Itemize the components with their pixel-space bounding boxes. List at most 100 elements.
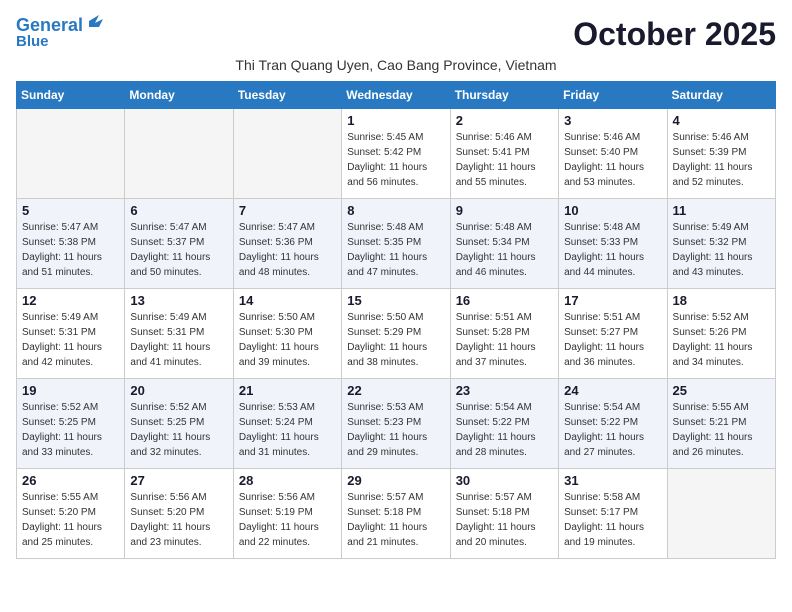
day-info: Sunrise: 5:52 AMSunset: 5:25 PMDaylight:…: [22, 400, 119, 460]
calendar-cell: 15Sunrise: 5:50 AMSunset: 5:29 PMDayligh…: [342, 289, 450, 379]
day-info: Sunrise: 5:48 AMSunset: 5:35 PMDaylight:…: [347, 220, 444, 280]
calendar-cell: [17, 109, 125, 199]
day-info: Sunrise: 5:49 AMSunset: 5:32 PMDaylight:…: [673, 220, 770, 280]
day-info: Sunrise: 5:57 AMSunset: 5:18 PMDaylight:…: [347, 490, 444, 550]
day-number: 14: [239, 293, 336, 308]
calendar-cell: 27 Sunrise: 5:56 AMSunset: 5:20 PMDayligh…: [125, 469, 233, 559]
day-number: 4: [673, 113, 770, 128]
page-header: General Blue October 2025: [16, 16, 776, 53]
day-info: Sunrise: 5:50 AMSunset: 5:29 PMDaylight:…: [347, 310, 444, 370]
day-number: 9: [456, 203, 553, 218]
calendar-week-2: 5 Sunrise: 5:47 AMSunset: 5:38 PMDaylight…: [17, 199, 776, 289]
day-info: Sunrise: 5:57 AMSunset: 5:18 PMDaylight:…: [456, 490, 553, 550]
calendar-cell: 24Sunrise: 5:54 AMSunset: 5:22 PMDayligh…: [559, 379, 667, 469]
calendar-cell: 6 Sunrise: 5:47 AMSunset: 5:37 PMDaylight…: [125, 199, 233, 289]
calendar-cell: 7 Sunrise: 5:47 AMSunset: 5:36 PMDaylight…: [233, 199, 341, 289]
weekday-header-monday: Monday: [125, 82, 233, 109]
calendar-cell: 31 Sunrise: 5:58 AMSunset: 5:17 PMDayligh…: [559, 469, 667, 559]
day-info: Sunrise: 5:53 AMSunset: 5:23 PMDaylight:…: [347, 400, 444, 460]
calendar-cell: 1 Sunrise: 5:45 AMSunset: 5:42 PMDaylight…: [342, 109, 450, 199]
calendar-cell: 9Sunrise: 5:48 AMSunset: 5:34 PMDaylight…: [450, 199, 558, 289]
calendar-cell: 17 Sunrise: 5:51 AMSunset: 5:27 PMDayligh…: [559, 289, 667, 379]
day-number: 5: [22, 203, 119, 218]
calendar-week-4: 19 Sunrise: 5:52 AMSunset: 5:25 PMDayligh…: [17, 379, 776, 469]
calendar-cell: 20Sunrise: 5:52 AMSunset: 5:25 PMDayligh…: [125, 379, 233, 469]
calendar-cell: 11 Sunrise: 5:49 AMSunset: 5:32 PMDayligh…: [667, 199, 775, 289]
calendar-cell: 2 Sunrise: 5:46 AMSunset: 5:41 PMDaylight…: [450, 109, 558, 199]
day-number: 24: [564, 383, 661, 398]
day-number: 26: [22, 473, 119, 488]
weekday-header-friday: Friday: [559, 82, 667, 109]
day-number: 17: [564, 293, 661, 308]
calendar-cell: [233, 109, 341, 199]
calendar-cell: 5 Sunrise: 5:47 AMSunset: 5:38 PMDaylight…: [17, 199, 125, 289]
calendar-cell: 25 Sunrise: 5:55 AMSunset: 5:21 PMDayligh…: [667, 379, 775, 469]
day-info: Sunrise: 5:48 AMSunset: 5:33 PMDaylight:…: [564, 220, 661, 280]
day-number: 7: [239, 203, 336, 218]
calendar-cell: 22Sunrise: 5:53 AMSunset: 5:23 PMDayligh…: [342, 379, 450, 469]
logo: General Blue: [16, 16, 103, 49]
logo-icon: [85, 13, 103, 31]
calendar-cell: 18Sunrise: 5:52 AMSunset: 5:26 PMDayligh…: [667, 289, 775, 379]
day-info: Sunrise: 5:54 AMSunset: 5:22 PMDaylight:…: [456, 400, 553, 460]
day-info: Sunrise: 5:51 AMSunset: 5:27 PMDaylight:…: [564, 310, 661, 370]
day-number: 1: [347, 113, 444, 128]
day-number: 12: [22, 293, 119, 308]
weekday-header-saturday: Saturday: [667, 82, 775, 109]
calendar-week-3: 12 Sunrise: 5:49 AMSunset: 5:31 PMDayligh…: [17, 289, 776, 379]
day-number: 11: [673, 203, 770, 218]
weekday-header-wednesday: Wednesday: [342, 82, 450, 109]
day-info: Sunrise: 5:51 AMSunset: 5:28 PMDaylight:…: [456, 310, 553, 370]
day-number: 29: [347, 473, 444, 488]
day-number: 2: [456, 113, 553, 128]
logo-line1: General: [16, 15, 83, 35]
calendar-cell: [667, 469, 775, 559]
day-info: Sunrise: 5:53 AMSunset: 5:24 PMDaylight:…: [239, 400, 336, 460]
day-info: Sunrise: 5:45 AMSunset: 5:42 PMDaylight:…: [347, 130, 444, 190]
day-info: Sunrise: 5:47 AMSunset: 5:36 PMDaylight:…: [239, 220, 336, 280]
day-info: Sunrise: 5:50 AMSunset: 5:30 PMDaylight:…: [239, 310, 336, 370]
weekday-header-thursday: Thursday: [450, 82, 558, 109]
day-info: Sunrise: 5:47 AMSunset: 5:38 PMDaylight:…: [22, 220, 119, 280]
calendar-cell: 26 Sunrise: 5:55 AMSunset: 5:20 PMDayligh…: [17, 469, 125, 559]
calendar-cell: 10 Sunrise: 5:48 AMSunset: 5:33 PMDayligh…: [559, 199, 667, 289]
calendar-cell: 13Sunrise: 5:49 AMSunset: 5:31 PMDayligh…: [125, 289, 233, 379]
calendar-cell: 16 Sunrise: 5:51 AMSunset: 5:28 PMDayligh…: [450, 289, 558, 379]
day-number: 31: [564, 473, 661, 488]
day-number: 10: [564, 203, 661, 218]
calendar-week-1: 1 Sunrise: 5:45 AMSunset: 5:42 PMDaylight…: [17, 109, 776, 199]
day-number: 23: [456, 383, 553, 398]
day-info: Sunrise: 5:47 AMSunset: 5:37 PMDaylight:…: [130, 220, 227, 280]
day-info: Sunrise: 5:52 AMSunset: 5:26 PMDaylight:…: [673, 310, 770, 370]
calendar-cell: 21 Sunrise: 5:53 AMSunset: 5:24 PMDayligh…: [233, 379, 341, 469]
weekday-header-tuesday: Tuesday: [233, 82, 341, 109]
day-number: 19: [22, 383, 119, 398]
day-number: 21: [239, 383, 336, 398]
calendar-cell: 19 Sunrise: 5:52 AMSunset: 5:25 PMDayligh…: [17, 379, 125, 469]
logo-text: General: [16, 16, 83, 34]
calendar-subtitle: Thi Tran Quang Uyen, Cao Bang Province, …: [16, 57, 776, 73]
day-number: 6: [130, 203, 227, 218]
day-number: 28: [239, 473, 336, 488]
day-info: Sunrise: 5:55 AMSunset: 5:20 PMDaylight:…: [22, 490, 119, 550]
calendar-table: SundayMondayTuesdayWednesdayThursdayFrid…: [16, 81, 776, 559]
day-info: Sunrise: 5:46 AMSunset: 5:41 PMDaylight:…: [456, 130, 553, 190]
day-info: Sunrise: 5:55 AMSunset: 5:21 PMDaylight:…: [673, 400, 770, 460]
calendar-cell: 28 Sunrise: 5:56 AMSunset: 5:19 PMDayligh…: [233, 469, 341, 559]
calendar-cell: [125, 109, 233, 199]
day-number: 27: [130, 473, 227, 488]
calendar-cell: 4Sunrise: 5:46 AMSunset: 5:39 PMDaylight…: [667, 109, 775, 199]
calendar-week-5: 26 Sunrise: 5:55 AMSunset: 5:20 PMDayligh…: [17, 469, 776, 559]
day-info: Sunrise: 5:49 AMSunset: 5:31 PMDaylight:…: [130, 310, 227, 370]
calendar-cell: 14 Sunrise: 5:50 AMSunset: 5:30 PMDayligh…: [233, 289, 341, 379]
day-info: Sunrise: 5:58 AMSunset: 5:17 PMDaylight:…: [564, 490, 661, 550]
calendar-cell: 30Sunrise: 5:57 AMSunset: 5:18 PMDayligh…: [450, 469, 558, 559]
logo-line2: Blue: [16, 34, 49, 49]
calendar-cell: 12Sunrise: 5:49 AMSunset: 5:31 PMDayligh…: [17, 289, 125, 379]
day-info: Sunrise: 5:56 AMSunset: 5:20 PMDaylight:…: [130, 490, 227, 550]
weekday-header-sunday: Sunday: [17, 82, 125, 109]
day-number: 16: [456, 293, 553, 308]
day-info: Sunrise: 5:56 AMSunset: 5:19 PMDaylight:…: [239, 490, 336, 550]
day-number: 25: [673, 383, 770, 398]
calendar-cell: 29 Sunrise: 5:57 AMSunset: 5:18 PMDayligh…: [342, 469, 450, 559]
